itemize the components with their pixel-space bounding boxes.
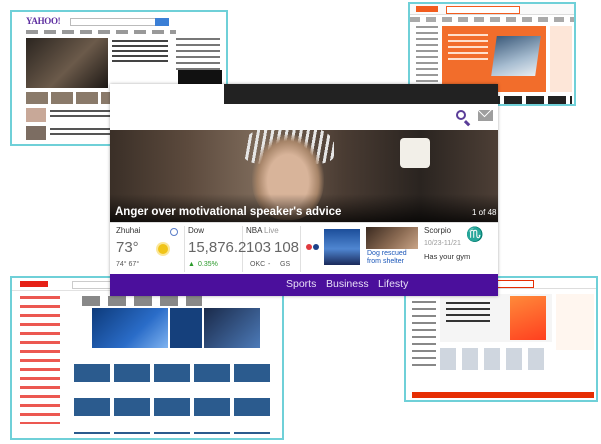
weather-range: 74° 67° <box>116 261 140 268</box>
stock-card[interactable]: Dow 15,876.2 ▲ 0.35% <box>186 226 247 272</box>
nba-score-away: 108 <box>274 239 300 256</box>
stock-value: 15,876.2 <box>188 239 247 256</box>
ali-categories <box>412 294 436 370</box>
nba-team-home: OKC <box>250 261 266 268</box>
shop-categories <box>416 26 438 92</box>
nba-card[interactable]: NBA Live 103 108 OKC - GS <box>244 226 301 272</box>
youtube-channel-tabs <box>82 296 202 306</box>
youtube-video-grid <box>74 364 274 434</box>
horoscope-dates: 10/23-11/21 <box>424 240 461 247</box>
shop-logo <box>416 6 438 12</box>
widget-top-bar <box>224 84 498 104</box>
shop-side-panel <box>550 26 572 92</box>
yahoo-nav <box>26 30 176 34</box>
mail-icon[interactable] <box>478 110 493 121</box>
scorpio-icon: ♏ <box>466 226 484 242</box>
yahoo-news-widget: Anger over motivational speaker's advice… <box>110 84 498 296</box>
nav-link-sports[interactable]: Sports <box>286 278 316 290</box>
yahoo-logo: YAHOO! <box>26 16 61 26</box>
widget-toolbar <box>110 104 498 130</box>
team-logo-icon <box>313 244 319 250</box>
shop-banner-text <box>448 34 488 60</box>
yahoo-search-button <box>155 18 169 26</box>
nba-status: Live <box>264 226 279 235</box>
yahoo-search-box <box>70 18 156 26</box>
youtube-featured-video <box>92 308 168 348</box>
youtube-logo <box>20 281 48 287</box>
nav-link-lifestyle[interactable]: Lifesty <box>378 278 408 290</box>
weather-location-icon <box>170 228 178 236</box>
weather-city: Zhuhai <box>116 226 141 235</box>
yahoo-hero-image <box>26 38 108 88</box>
yahoo-hero-text <box>112 40 168 64</box>
yahoo-trending <box>176 38 220 74</box>
slide-counter: 1 of 48 <box>472 208 497 217</box>
team-logo-icon <box>306 244 312 250</box>
stock-change: 0.35% <box>198 261 218 268</box>
yahoo-story-image <box>26 108 46 122</box>
nba-score-home: 103 <box>246 239 272 256</box>
youtube-sidebar <box>20 296 60 424</box>
sun-icon <box>158 244 168 254</box>
youtube-featured-video <box>170 308 202 348</box>
dog-story-caption[interactable]: Dog rescued from shelter <box>367 250 417 266</box>
ali-side-panel <box>556 294 594 350</box>
horoscope-card[interactable]: Scorpio ♏ 10/23-11/21 Has your gym <box>422 226 494 272</box>
shop-banner-phones <box>491 36 541 76</box>
nba-separator: - <box>268 261 271 268</box>
hero-background-shirt <box>400 138 430 168</box>
youtube-page-thumbnail <box>10 276 284 440</box>
weather-card[interactable]: Zhuhai 73° 74° 67° <box>114 226 185 272</box>
search-icon[interactable] <box>456 110 466 120</box>
nba-title: NBA <box>246 226 263 235</box>
nba-team-away: GS <box>280 261 291 268</box>
stock-name: Dow <box>188 226 205 235</box>
stock-up-arrow-icon: ▲ <box>188 261 195 268</box>
ali-product-row <box>440 348 550 370</box>
shop-search-box <box>446 6 520 14</box>
horoscope-text: Has your gym <box>424 252 471 261</box>
weather-temp: 73° <box>116 239 139 256</box>
ali-banner-phone <box>510 296 546 340</box>
yahoo-story-image <box>26 126 46 140</box>
shop-nav <box>410 17 574 22</box>
nav-link-business[interactable]: Business <box>326 278 369 290</box>
ali-footer-strip <box>412 392 594 398</box>
ali-banner-text <box>446 302 490 326</box>
dog-story-image[interactable] <box>366 227 418 249</box>
city-skyline-image[interactable] <box>324 229 360 265</box>
horoscope-sign: Scorpio <box>424 226 452 235</box>
youtube-featured-video <box>204 308 260 348</box>
hero-headline[interactable]: Anger over motivational speaker's advice <box>115 206 341 218</box>
